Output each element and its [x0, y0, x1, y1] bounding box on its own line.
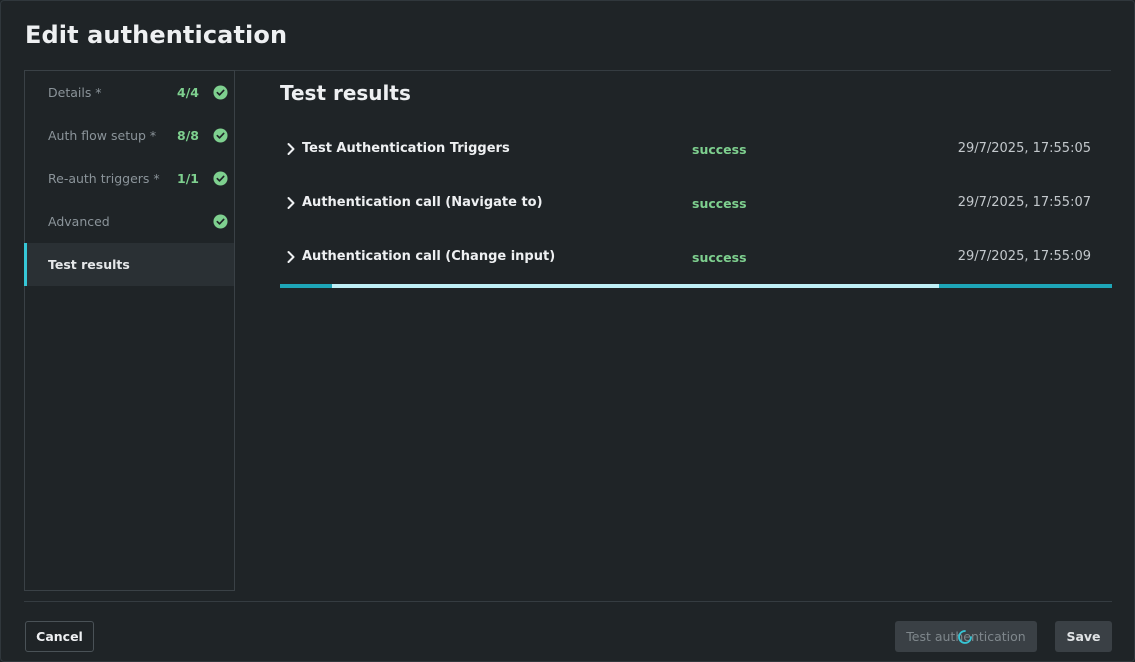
test-progress-bar — [280, 284, 1112, 288]
result-name: Authentication call (Navigate to) — [302, 195, 543, 210]
section-title: Test results — [280, 81, 411, 105]
sidebar-item-advanced[interactable]: Advanced — [25, 200, 234, 243]
result-status: success — [692, 250, 747, 265]
result-name: Authentication call (Change input) — [302, 249, 556, 264]
chevron-right-icon — [287, 143, 295, 155]
result-status: success — [692, 196, 747, 211]
sidebar-item-label: Re-auth triggers * — [48, 171, 160, 186]
chevron-right-icon — [287, 197, 295, 209]
sidebar-item-details[interactable]: Details * 4/4 — [25, 71, 234, 114]
sidebar-item-label: Auth flow setup * — [48, 128, 157, 143]
test-results-list: Test Authentication Triggers success 29/… — [280, 122, 1112, 284]
result-status: success — [692, 142, 747, 157]
edit-authentication-dialog: Edit authentication Details * 4/4 Auth f… — [0, 0, 1135, 662]
sidebar-item-label: Test results — [48, 257, 130, 272]
result-timestamp: 29/7/2025, 17:55:07 — [957, 195, 1091, 210]
sidebar-item-count: 1/1 — [177, 171, 199, 186]
test-progress-fill — [332, 284, 939, 288]
result-row[interactable]: Authentication call (Navigate to) succes… — [280, 176, 1112, 230]
cancel-button[interactable]: Cancel — [25, 621, 94, 652]
check-circle-icon — [213, 214, 228, 229]
steps-sidebar: Details * 4/4 Auth flow setup * 8/8 Re-a… — [24, 70, 235, 591]
save-button[interactable]: Save — [1055, 621, 1112, 652]
dialog-title: Edit authentication — [25, 21, 288, 49]
check-circle-icon — [213, 171, 228, 186]
sidebar-item-auth-flow-setup[interactable]: Auth flow setup * 8/8 — [25, 114, 234, 157]
sidebar-item-re-auth-triggers[interactable]: Re-auth triggers * 1/1 — [25, 157, 234, 200]
check-circle-icon — [213, 85, 228, 100]
sidebar-item-label: Advanced — [48, 214, 110, 229]
sidebar-item-count: 8/8 — [177, 128, 199, 143]
footer-divider — [24, 601, 1112, 602]
chevron-right-icon — [287, 251, 295, 263]
result-row[interactable]: Authentication call (Change input) succe… — [280, 230, 1112, 284]
result-timestamp: 29/7/2025, 17:55:05 — [957, 141, 1091, 156]
check-circle-icon — [213, 128, 228, 143]
sidebar-item-count: 4/4 — [177, 85, 199, 100]
header-divider — [234, 70, 1111, 71]
sidebar-item-test-results[interactable]: Test results — [24, 243, 234, 286]
spinner-icon — [958, 630, 972, 644]
result-timestamp: 29/7/2025, 17:55:09 — [957, 249, 1091, 264]
result-name: Test Authentication Triggers — [302, 141, 510, 156]
result-row[interactable]: Test Authentication Triggers success 29/… — [280, 122, 1112, 176]
sidebar-item-label: Details * — [48, 85, 102, 100]
